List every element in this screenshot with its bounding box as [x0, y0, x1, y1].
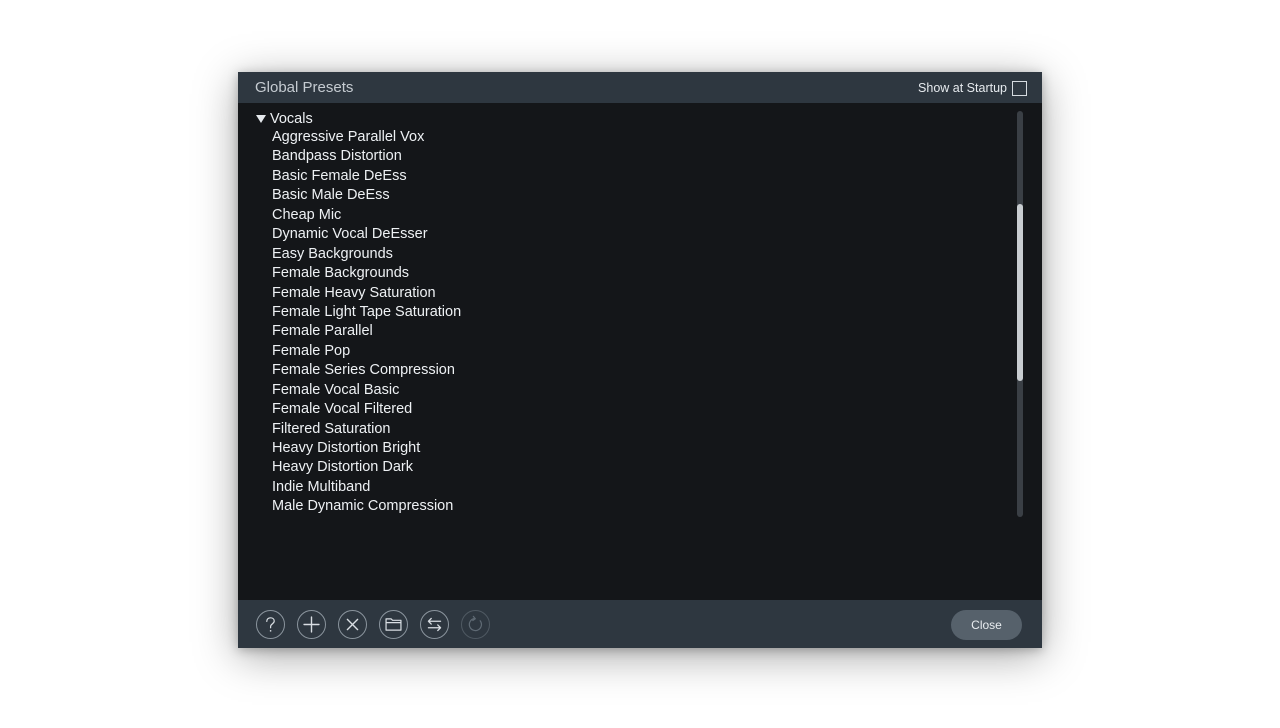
dialog-title: Global Presets [255, 79, 354, 96]
show-at-startup-checkbox[interactable] [1012, 80, 1027, 96]
help-icon [266, 617, 275, 632]
list-item[interactable]: Aggressive Parallel Vox [272, 128, 461, 147]
import-export-button[interactable] [420, 610, 449, 639]
list-item[interactable]: Dynamic Vocal DeEsser [272, 225, 461, 244]
show-at-startup-toggle[interactable]: Show at Startup [918, 79, 1027, 97]
swap-icon [427, 617, 442, 632]
add-icon [303, 616, 320, 633]
footer-toolbar: Close [238, 600, 1042, 648]
list-item[interactable]: Female Light Tape Saturation [272, 303, 461, 322]
list-item[interactable]: Filtered Saturation [272, 420, 461, 439]
delete-preset-button[interactable] [338, 610, 367, 639]
group-header-vocals[interactable]: Vocals [256, 109, 313, 128]
show-at-startup-label: Show at Startup [918, 81, 1007, 95]
group-label: Vocals [270, 110, 313, 127]
preset-items: Aggressive Parallel Vox Bandpass Distort… [272, 128, 461, 517]
list-item[interactable]: Heavy Distortion Bright [272, 439, 461, 458]
delete-icon [346, 618, 359, 631]
list-item[interactable]: Indie Multiband [272, 478, 461, 497]
help-button[interactable] [256, 610, 285, 639]
list-item[interactable]: Male Dynamic Compression [272, 497, 461, 516]
list-item[interactable]: Female Pop [272, 342, 461, 361]
close-button[interactable]: Close [951, 610, 1022, 640]
preset-list: Vocals Aggressive Parallel Vox Bandpass … [238, 103, 1018, 600]
list-item[interactable]: Female Vocal Basic [272, 381, 461, 400]
list-item[interactable]: Female Series Compression [272, 361, 461, 380]
list-item[interactable]: Basic Female DeEss [272, 167, 461, 186]
list-item[interactable]: Bandpass Distortion [272, 147, 461, 166]
add-preset-button[interactable] [297, 610, 326, 639]
global-presets-dialog: Global Presets Show at Startup Vocals Ag… [238, 72, 1042, 648]
list-item[interactable]: Easy Backgrounds [272, 245, 461, 264]
refresh-button[interactable] [461, 610, 490, 639]
list-item[interactable]: Female Heavy Saturation [272, 284, 461, 303]
vertical-scrollbar[interactable] [1017, 111, 1023, 517]
folder-icon [385, 618, 402, 631]
refresh-icon [468, 615, 483, 632]
title-bar: Global Presets Show at Startup [238, 72, 1042, 103]
list-item[interactable]: Heavy Distortion Dark [272, 458, 461, 477]
open-folder-button[interactable] [379, 610, 408, 639]
list-item[interactable]: Female Parallel [272, 322, 461, 341]
list-item[interactable]: Female Vocal Filtered [272, 400, 461, 419]
list-item[interactable]: Female Backgrounds [272, 264, 461, 283]
list-item[interactable]: Basic Male DeEss [272, 186, 461, 205]
list-item[interactable]: Cheap Mic [272, 206, 461, 225]
scrollbar-thumb[interactable] [1017, 204, 1023, 381]
expand-triangle-icon[interactable] [256, 115, 266, 123]
